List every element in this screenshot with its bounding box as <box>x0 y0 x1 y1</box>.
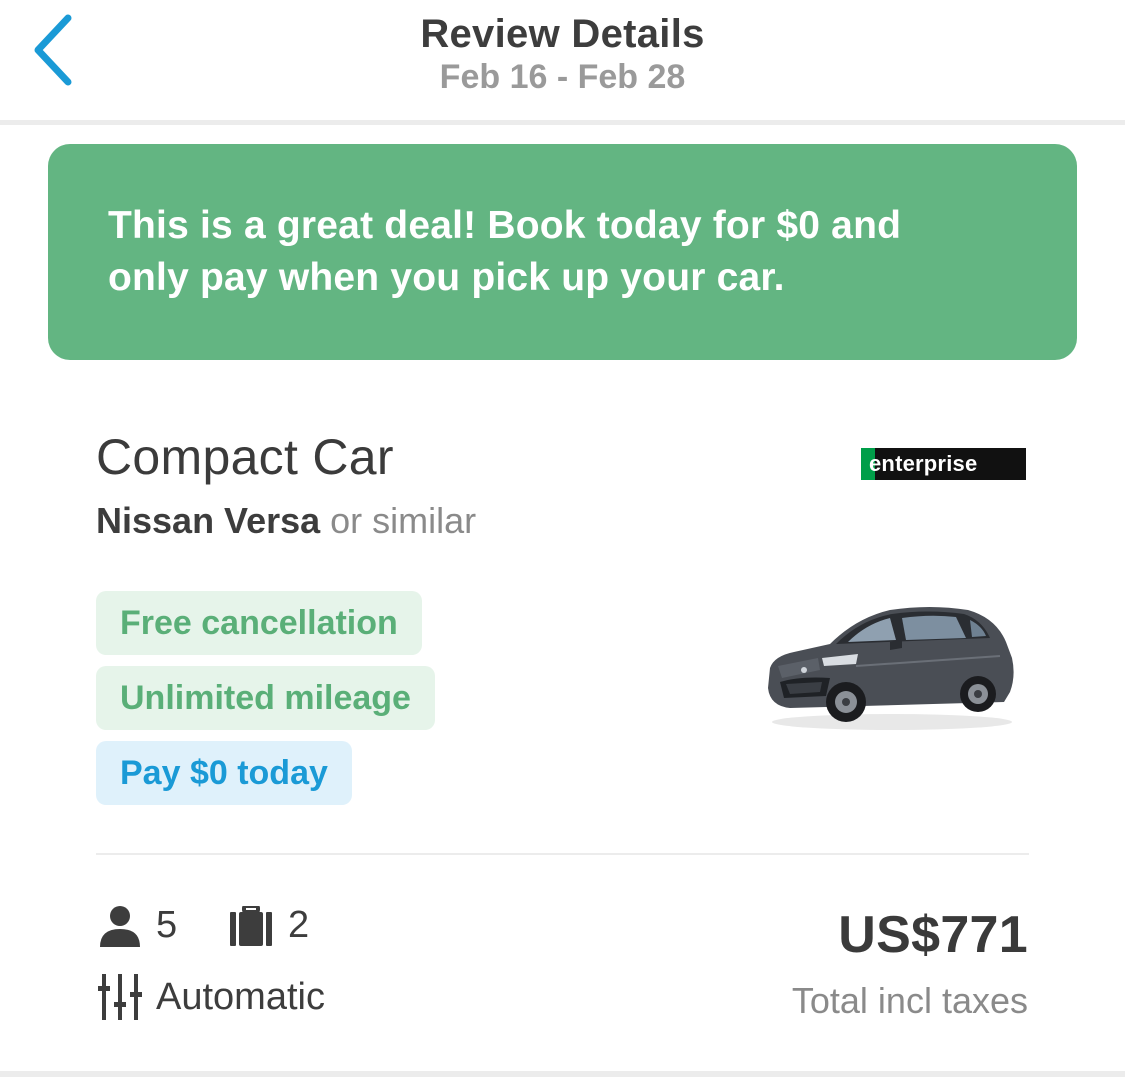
page-title: Review Details <box>420 12 705 56</box>
car-model-similar: or similar <box>320 500 477 541</box>
review-details-page: Review Details Feb 16 - Feb 28 This is a… <box>0 0 1125 1077</box>
date-range: Feb 16 - Feb 28 <box>439 58 686 96</box>
sliders-icon <box>98 974 142 1020</box>
logo-text: enterprise <box>869 451 978 476</box>
deal-banner-line-1: This is a great deal! Book today for $0 … <box>108 204 902 247</box>
card-divider <box>96 853 1029 855</box>
transmission-type: Automatic <box>156 975 325 1018</box>
top-bar: Review Details Feb 16 - Feb 28 <box>0 0 1125 120</box>
header-divider <box>0 120 1125 125</box>
bags-count: 2 <box>288 904 310 946</box>
spec-transmission: Automatic <box>98 974 325 1020</box>
enterprise-logo: enterprise <box>861 448 1026 480</box>
person-icon <box>100 905 140 947</box>
badge-pay-today: Pay $0 today <box>96 741 352 805</box>
car-model: Nissan Versa or similar <box>96 500 476 542</box>
badge-free-cancellation: Free cancellation <box>96 591 422 655</box>
price-note: Total incl taxes <box>791 980 1028 1021</box>
total-price: US$771 <box>838 906 1028 964</box>
car-model-name: Nissan Versa <box>96 500 321 541</box>
deal-banner: This is a great deal! Book today for $0 … <box>48 144 1077 360</box>
deal-banner-line-2: only pay when you pick up your car. <box>108 256 785 299</box>
car-photo <box>768 607 1014 730</box>
car-category: Compact Car <box>96 429 394 485</box>
luggage-icon <box>230 905 272 946</box>
seats-count: 5 <box>156 904 178 946</box>
spec-bags: 2 <box>228 904 309 947</box>
spec-seats: 5 <box>98 904 177 947</box>
bottom-divider <box>0 1071 1125 1077</box>
badge-unlimited-mileage: Unlimited mileage <box>96 666 435 730</box>
